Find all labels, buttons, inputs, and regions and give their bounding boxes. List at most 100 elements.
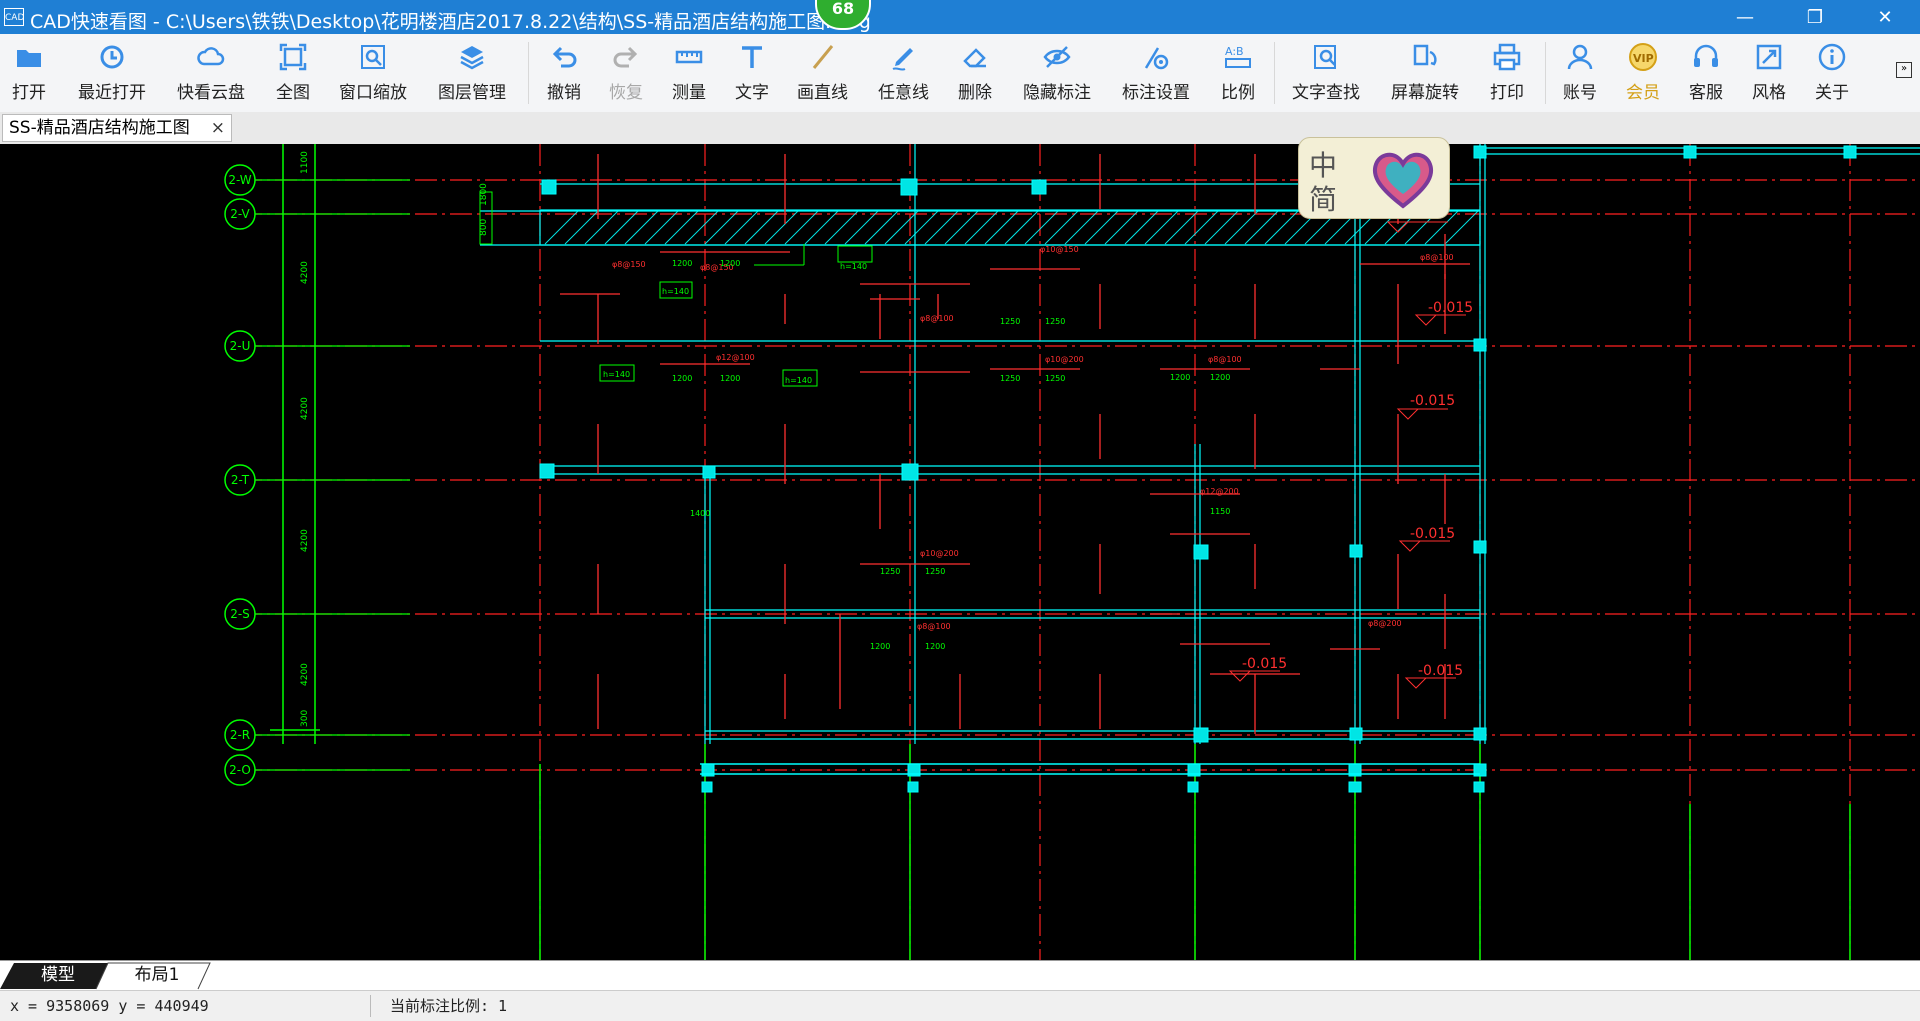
scale-button[interactable]: A:B 比例 bbox=[1221, 42, 1255, 106]
svg-text:1250: 1250 bbox=[1045, 374, 1065, 383]
svg-text:300: 300 bbox=[300, 710, 310, 727]
svg-text:h=140: h=140 bbox=[785, 376, 812, 385]
svg-text:φ8@100: φ8@100 bbox=[917, 622, 951, 631]
ime-simplified-mode[interactable]: 简 bbox=[1309, 178, 1337, 218]
tab-layout1[interactable]: 布局1 bbox=[112, 961, 202, 989]
fit-all-button[interactable]: 全图 bbox=[276, 42, 310, 106]
folder-open-icon bbox=[17, 50, 41, 67]
measure-button[interactable]: 测量 bbox=[672, 42, 706, 106]
drawing-canvas[interactable]: -0.015 -0.015 -0.015 -0.015 -0.015 -0.01… bbox=[0, 144, 1920, 960]
document-tab[interactable]: SS-精品酒店结构施工图 × bbox=[2, 114, 232, 142]
svg-text:φ8@100: φ8@100 bbox=[1420, 253, 1454, 262]
document-tab-bar: SS-精品酒店结构施工图 × bbox=[0, 112, 1920, 144]
redo-icon bbox=[613, 46, 638, 68]
pen-icon bbox=[892, 48, 913, 71]
cursor-coordinates: x = 9358069 y = 440949 bbox=[10, 997, 209, 1015]
axis-label-r: 2-R bbox=[230, 728, 250, 742]
document-tab-label: SS-精品酒店结构施工图 bbox=[9, 118, 190, 138]
history-icon bbox=[100, 45, 124, 69]
svg-text:φ10@200: φ10@200 bbox=[1045, 355, 1084, 364]
rotate-screen-button[interactable]: 屏幕旋转 bbox=[1391, 42, 1459, 106]
svg-text:-0.015: -0.015 bbox=[1242, 656, 1287, 672]
style-button[interactable]: 风格 bbox=[1752, 42, 1786, 106]
svg-text:1200: 1200 bbox=[720, 259, 740, 268]
info-icon bbox=[1818, 43, 1846, 71]
axis-label-o: 2-O bbox=[229, 763, 251, 777]
ruler-icon bbox=[675, 50, 703, 64]
eye-hide-icon bbox=[1043, 46, 1071, 68]
open-button[interactable]: 打开 bbox=[12, 42, 46, 106]
style-icon bbox=[1756, 44, 1782, 70]
svg-text:h=140: h=140 bbox=[840, 262, 867, 271]
cloud-icon bbox=[197, 47, 225, 66]
svg-text:1250: 1250 bbox=[1000, 317, 1020, 326]
cloud-drive-button[interactable]: 快看云盘 bbox=[177, 42, 245, 106]
text-button[interactable]: 文字 bbox=[735, 42, 769, 106]
axis-label-t: 2-T bbox=[231, 473, 250, 487]
vip-button[interactable]: VIP 会员 bbox=[1626, 42, 1660, 106]
zoom-window-button[interactable]: 窗口缩放 bbox=[339, 42, 407, 106]
ime-widget[interactable]: 中 简 bbox=[1298, 137, 1450, 219]
svg-text:1400: 1400 bbox=[690, 509, 710, 518]
axis-label-w: 2-W bbox=[228, 173, 251, 187]
svg-text:φ10@150: φ10@150 bbox=[1040, 245, 1079, 254]
axis-label-u: 2-U bbox=[230, 339, 251, 353]
text-icon bbox=[742, 46, 762, 68]
svg-text:φ10@200: φ10@200 bbox=[920, 549, 959, 558]
axis-label-s: 2-S bbox=[230, 607, 250, 621]
close-icon[interactable]: ✕ bbox=[1850, 0, 1920, 34]
rotate-screen-icon bbox=[1413, 44, 1437, 66]
title-bar: CAD CAD快速看图 - C:\Users\铁铁\Desktop\花明楼酒店2… bbox=[0, 0, 1920, 34]
svg-text:1250: 1250 bbox=[880, 567, 900, 576]
app-icon: CAD bbox=[4, 8, 24, 26]
recent-open-button[interactable]: 最近打开 bbox=[78, 42, 146, 106]
restore-icon[interactable]: ❐ bbox=[1780, 0, 1850, 34]
cad-drawing: -0.015 -0.015 -0.015 -0.015 -0.015 -0.01… bbox=[224, 144, 1920, 960]
freehand-line-button[interactable]: 任意线 bbox=[878, 42, 929, 106]
account-button[interactable]: 账号 bbox=[1563, 42, 1597, 106]
svg-text:1250: 1250 bbox=[925, 567, 945, 576]
layout-tab-bar: 模型 布局1 bbox=[0, 960, 1920, 991]
svg-text:1200: 1200 bbox=[925, 642, 945, 651]
svg-text:-0.015: -0.015 bbox=[1410, 393, 1455, 409]
annotation-settings-button[interactable]: 标注设置 bbox=[1122, 42, 1190, 106]
svg-text:φ8@100: φ8@100 bbox=[1208, 355, 1242, 364]
scale-icon: A:B bbox=[1225, 45, 1251, 68]
delete-button[interactable]: 删除 bbox=[958, 42, 992, 106]
svg-text:1250: 1250 bbox=[1000, 374, 1020, 383]
svg-text:1100: 1100 bbox=[300, 151, 310, 174]
svg-text:φ8@200: φ8@200 bbox=[1368, 619, 1402, 628]
layer-manager-button[interactable]: 图层管理 bbox=[438, 42, 506, 106]
undo-button[interactable]: 撤销 bbox=[547, 42, 581, 106]
axis-label-v: 2-V bbox=[230, 207, 250, 221]
svg-text:1200: 1200 bbox=[1210, 373, 1230, 382]
main-toolbar: 打开 最近打开 快看云盘 全图 窗口缩放 图层管理 撤销 恢复 测量 文字 画直… bbox=[0, 34, 1920, 113]
text-search-button[interactable]: 文字查找 bbox=[1292, 42, 1360, 106]
svg-text:A:B: A:B bbox=[1225, 45, 1244, 58]
toolbar-overflow-icon[interactable]: » bbox=[1896, 62, 1912, 78]
customer-service-button[interactable]: 客服 bbox=[1689, 42, 1723, 106]
svg-text:4200: 4200 bbox=[300, 663, 310, 686]
vip-icon: VIP bbox=[1629, 43, 1657, 71]
svg-text:φ8@100: φ8@100 bbox=[920, 314, 954, 323]
about-button[interactable]: 关于 bbox=[1815, 42, 1849, 106]
heart-skin-icon bbox=[1372, 152, 1434, 209]
svg-text:φ8@150: φ8@150 bbox=[612, 260, 646, 269]
draw-line-button[interactable]: 画直线 bbox=[797, 42, 848, 106]
redo-button[interactable]: 恢复 bbox=[609, 42, 643, 106]
svg-text:4200: 4200 bbox=[300, 261, 310, 284]
fit-all-icon bbox=[279, 43, 307, 71]
close-tab-icon[interactable]: × bbox=[211, 115, 225, 141]
hide-annotation-button[interactable]: 隐藏标注 bbox=[1023, 42, 1091, 106]
svg-text:-0.015: -0.015 bbox=[1418, 663, 1463, 679]
minimize-icon[interactable]: — bbox=[1710, 0, 1780, 34]
svg-text:1200: 1200 bbox=[720, 374, 740, 383]
svg-text:1200: 1200 bbox=[672, 259, 692, 268]
svg-text:1150: 1150 bbox=[1210, 507, 1230, 516]
tab-model[interactable]: 模型 bbox=[18, 961, 98, 989]
zoom-window-icon bbox=[361, 45, 385, 69]
print-button[interactable]: 打印 bbox=[1490, 42, 1524, 106]
headset-icon bbox=[1694, 44, 1718, 67]
svg-text:1200: 1200 bbox=[672, 374, 692, 383]
undo-icon bbox=[552, 46, 577, 68]
